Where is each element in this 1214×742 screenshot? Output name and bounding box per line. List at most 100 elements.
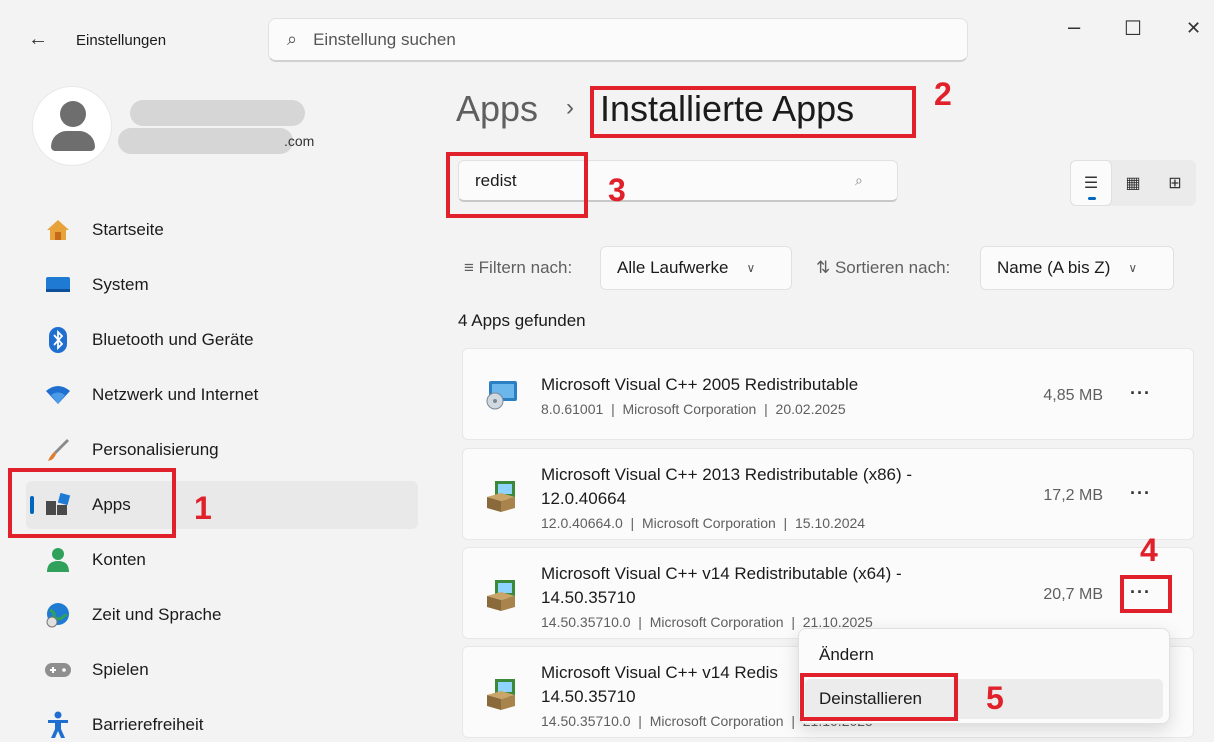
breadcrumb-apps[interactable]: Apps	[456, 88, 538, 130]
monitor-icon	[44, 271, 72, 299]
sidebar-item-bluetooth[interactable]: Bluetooth und Geräte	[26, 316, 418, 364]
apps-found-count: 4 Apps gefunden	[458, 311, 586, 330]
sidebar-item-label: Apps	[92, 495, 131, 514]
redacted-user-email	[118, 128, 293, 154]
sidebar-item-system[interactable]: System	[26, 261, 418, 309]
filter-label: ≡ Filtern nach:	[464, 258, 572, 278]
sort-icon: ⇅	[816, 258, 835, 277]
redacted-user-name	[130, 100, 305, 126]
list-view-icon[interactable]: ☰	[1070, 160, 1112, 206]
app-row[interactable]: Microsoft Visual C++ v14 Redistributable…	[462, 547, 1194, 639]
sidebar-item-label: Startseite	[92, 220, 164, 239]
sidebar-item-label: Barrierefreiheit	[92, 715, 204, 734]
sidebar-item-konten[interactable]: Konten	[26, 536, 418, 584]
app-row[interactable]: Microsoft Visual C++ 2013 Redistributabl…	[462, 448, 1194, 540]
brush-icon	[44, 436, 72, 464]
close-button[interactable]: ✕	[1186, 18, 1201, 39]
bluetooth-icon	[44, 326, 72, 354]
app-meta: 12.0.40664.0 | Microsoft Corporation | 1…	[541, 515, 866, 531]
sort-label-text: Sortieren nach:	[834, 258, 951, 277]
avatar[interactable]	[32, 86, 112, 166]
app-version: 14.50.35710.0	[541, 614, 631, 630]
accessibility-icon	[44, 711, 72, 739]
annotation-number: 5	[986, 680, 1004, 716]
filter-dropdown[interactable]: Alle Laufwerke ∨	[600, 246, 792, 290]
app-publisher: Microsoft Corporation	[622, 401, 757, 417]
filter-label-text: Filtern nach:	[478, 258, 573, 277]
sidebar-item-label: Konten	[92, 550, 146, 569]
window-title: Einstellungen	[76, 32, 167, 49]
more-options-button[interactable]: ···	[1130, 383, 1151, 404]
settings-search-box[interactable]: ⌕	[268, 18, 968, 62]
wifi-icon	[44, 381, 72, 409]
annotation-number: 3	[608, 172, 626, 208]
installer-package-icon	[485, 578, 519, 612]
more-options-button[interactable]: ···	[1130, 582, 1151, 603]
sidebar-item-personalisierung[interactable]: Personalisierung	[26, 426, 418, 474]
app-publisher: Microsoft Corporation	[649, 614, 784, 630]
gamepad-icon	[44, 656, 72, 684]
app-name: Microsoft Visual C++ 2013 Redistributabl…	[541, 465, 913, 508]
settings-search-input[interactable]	[313, 29, 914, 50]
back-arrow-icon[interactable]: ←	[28, 28, 48, 51]
menu-item-deinstallieren[interactable]: Deinstallieren	[805, 679, 1163, 719]
app-size: 17,2 MB	[1043, 487, 1103, 504]
sidebar-item-barrierefreiheit[interactable]: Barrierefreiheit	[26, 701, 418, 742]
grid-view-icon[interactable]: ⊞	[1154, 160, 1196, 206]
app-size: 4,85 MB	[1043, 387, 1103, 404]
sidebar-item-label: System	[92, 275, 149, 294]
app-publisher: Microsoft Corporation	[649, 713, 784, 729]
annotation-number: 2	[934, 76, 952, 112]
view-switcher: ☰ ▦ ⊞	[1070, 160, 1196, 206]
sidebar-item-label: Zeit und Sprache	[92, 605, 222, 624]
sort-label: ⇅ Sortieren nach:	[816, 258, 950, 278]
sidebar-item-label: Netzwerk und Internet	[92, 385, 259, 404]
filter-value: Alle Laufwerke	[617, 258, 729, 277]
apps-icon	[44, 491, 72, 519]
tile-view-icon[interactable]: ▦	[1112, 160, 1154, 206]
person-icon	[44, 546, 72, 574]
minimize-button[interactable]: –	[1068, 14, 1080, 40]
app-version: 14.50.35710.0	[541, 713, 631, 729]
sidebar-item-startseite[interactable]: Startseite	[26, 206, 418, 254]
app-publisher: Microsoft Corporation	[641, 515, 776, 531]
app-name: Microsoft Visual C++ v14 Redistributable…	[541, 564, 902, 607]
app-version: 12.0.40664.0	[541, 515, 623, 531]
chevron-down-icon: ∨	[746, 261, 756, 275]
maximize-button[interactable]: ☐	[1124, 16, 1142, 41]
page-title: Installierte Apps	[600, 88, 855, 129]
filter-icon: ≡	[464, 258, 479, 277]
breadcrumb-separator-icon: ›	[566, 94, 574, 121]
app-row[interactable]: Microsoft Visual C++ 2005 Redistributabl…	[462, 348, 1194, 440]
app-date: 20.02.2025	[775, 401, 846, 417]
more-options-button[interactable]: ···	[1130, 483, 1151, 504]
app-size: 20,7 MB	[1043, 586, 1103, 603]
sort-value: Name (A bis Z)	[997, 258, 1111, 277]
app-version: 8.0.61001	[541, 401, 604, 417]
sidebar-item-apps[interactable]: Apps	[26, 481, 418, 529]
app-search-box[interactable]: ⌕	[458, 160, 898, 202]
menu-item-aendern[interactable]: Ändern	[805, 635, 1163, 675]
annotation-number: 1	[194, 490, 212, 526]
home-icon	[44, 216, 72, 244]
app-name: Microsoft Visual C++ 2005 Redistributabl…	[541, 375, 859, 394]
sidebar-item-label: Spielen	[92, 660, 149, 679]
app-meta: 8.0.61001 | Microsoft Corporation | 20.0…	[541, 401, 846, 417]
chevron-down-icon: ∨	[1128, 261, 1138, 275]
context-menu: Ändern Deinstallieren	[798, 628, 1170, 724]
annotation-number: 4	[1140, 532, 1158, 568]
user-email-suffix: .com	[284, 133, 315, 149]
sidebar-item-label: Bluetooth und Geräte	[92, 330, 254, 349]
globe-clock-icon	[44, 601, 72, 629]
sort-dropdown[interactable]: Name (A bis Z) ∨	[980, 246, 1174, 290]
sidebar-item-zeit-und-sprache[interactable]: Zeit und Sprache	[26, 591, 418, 639]
sidebar-item-spielen[interactable]: Spielen	[26, 646, 418, 694]
installer-package-icon	[485, 677, 519, 711]
app-date: 15.10.2024	[794, 515, 866, 531]
sidebar-item-netzwerk[interactable]: Netzwerk und Internet	[26, 371, 418, 419]
app-search-input[interactable]	[475, 170, 855, 191]
installer-package-icon	[485, 479, 519, 513]
installer-disc-icon	[485, 377, 519, 411]
search-icon: ⌕	[287, 29, 298, 49]
search-icon: ⌕	[855, 172, 863, 188]
